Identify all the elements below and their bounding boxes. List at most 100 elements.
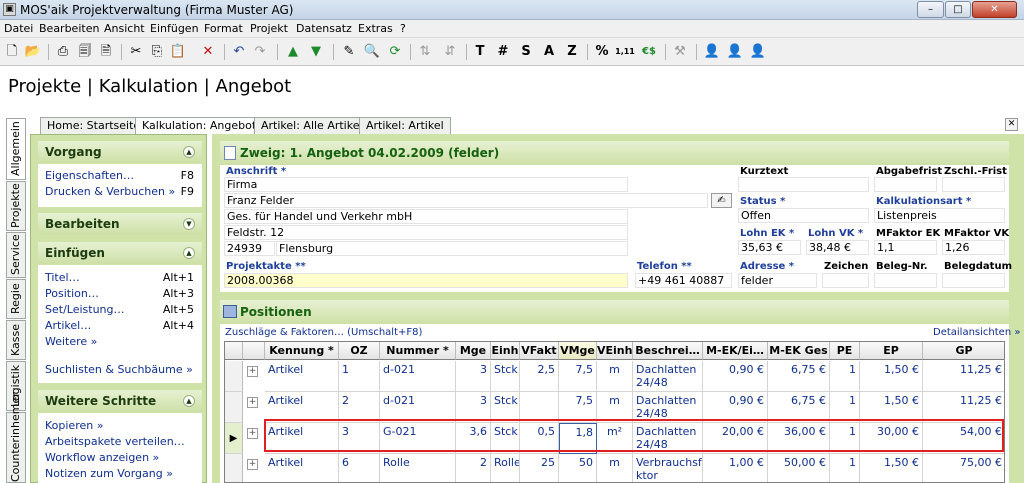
vtab-projekte[interactable]: Projekte <box>6 181 26 231</box>
cell-pe[interactable]: 1 <box>830 361 860 392</box>
kopieren-link[interactable]: Kopieren » <box>45 419 103 432</box>
bearbeiten-header[interactable]: Bearbeiten ▼ <box>38 213 202 235</box>
cell-kennung[interactable]: Artikel <box>265 361 339 392</box>
cell-vfakt[interactable]: 2,5 <box>520 361 559 392</box>
format-hash-button[interactable]: # <box>493 42 513 62</box>
expand-plus-icon[interactable]: + <box>247 397 258 408</box>
drucken-link[interactable]: Drucken & Verbuchen » <box>45 185 175 198</box>
print-icon[interactable]: ⎙ <box>53 42 73 62</box>
expand-plus-icon[interactable]: + <box>247 428 258 439</box>
mfaktor-vk-field[interactable]: 1,26 <box>942 240 1005 255</box>
tab-kalkulation-angebot[interactable]: Kalkulation: Angebot <box>135 117 264 135</box>
lohn-ek-field[interactable]: 35,63 € <box>738 240 801 255</box>
arrow-down-icon[interactable]: ▼ <box>306 42 326 62</box>
menu-help[interactable]: ? <box>400 22 406 35</box>
arrow-up-icon[interactable]: ▲ <box>283 42 303 62</box>
tab-home[interactable]: Home: Startseite <box>40 117 148 134</box>
cell-einh[interactable]: Rolle <box>491 454 520 482</box>
refresh-icon[interactable]: ⟳ <box>385 42 405 62</box>
cell-vfakt[interactable]: 25 <box>520 454 559 482</box>
row-selector[interactable] <box>225 361 243 392</box>
currency-button[interactable]: €$ <box>639 42 659 62</box>
cell-kennung[interactable]: Artikel <box>265 454 339 482</box>
zeichen-field[interactable] <box>822 273 869 288</box>
search-icon[interactable]: 🔍 <box>362 42 382 62</box>
cell-vmge[interactable]: 7,5 <box>559 392 597 423</box>
column-header-vmge[interactable]: VMge <box>559 342 597 360</box>
cell-m-ek-einheit[interactable]: 0,90 € <box>703 361 768 392</box>
column-header-einh[interactable]: Einh <box>491 342 520 360</box>
vtab-service[interactable]: Service <box>6 232 26 278</box>
projektakte-field[interactable]: 2008.00368 <box>224 273 628 288</box>
signature-icon[interactable]: ✍ <box>711 193 732 208</box>
cell-m-ek-einheit[interactable]: 1,00 € <box>703 454 768 482</box>
user-blue-icon[interactable]: 👤 <box>702 42 722 62</box>
detailansichten-link[interactable]: Detailansichten » <box>933 327 1020 338</box>
cell-m-ek-ges[interactable]: 36,00 € <box>768 423 830 454</box>
page-setup-icon[interactable]: 🗎 <box>96 42 116 62</box>
cell-oz[interactable]: 3 <box>339 423 380 454</box>
cell-oz[interactable]: 6 <box>339 454 380 482</box>
tab-artikel-alle[interactable]: Artikel: Alle Artikel <box>254 117 370 134</box>
redo-icon[interactable]: ↷ <box>250 42 270 62</box>
cell-gp[interactable]: 75,00 € <box>923 454 1004 482</box>
sort-za-icon[interactable]: ⇵ <box>440 42 460 62</box>
cell-pe[interactable]: 1 <box>830 454 860 482</box>
kalkulationsart-field[interactable]: Listenpreis <box>874 208 1005 223</box>
anschrift-line-3[interactable]: Ges. für Handel und Verkehr mbH <box>224 209 628 224</box>
menu-datei[interactable]: Datei <box>4 22 33 35</box>
cell-gp[interactable]: 11,25 € <box>923 361 1004 392</box>
set-leistung-link[interactable]: Set/Leistung… <box>45 303 125 316</box>
vtab-counterinhemer[interactable]: Counterinhemer <box>6 392 26 483</box>
menu-datensatz[interactable]: Datensatz <box>296 22 352 35</box>
titel-link[interactable]: Titel… <box>45 271 80 284</box>
new-document-icon[interactable]: 🗋 <box>2 42 22 62</box>
minimize-button[interactable]: – <box>917 1 944 18</box>
cell-gp[interactable]: 11,25 € <box>923 392 1004 423</box>
menu-extras[interactable]: Extras <box>358 22 393 35</box>
menu-ansicht[interactable]: Ansicht <box>104 22 145 35</box>
vtab-kasse[interactable]: Kasse <box>6 320 26 360</box>
cell-pe[interactable]: 1 <box>830 423 860 454</box>
cell-veinh[interactable]: m <box>597 392 633 423</box>
close-tab-icon[interactable]: ✕ <box>1005 118 1018 131</box>
artikel-link[interactable]: Artikel… <box>45 319 91 332</box>
expand-plus-icon[interactable]: + <box>247 366 258 377</box>
eigenschaften-link[interactable]: Eigenschaften… <box>45 169 134 182</box>
collapse-chevron-icon[interactable]: ▲ <box>183 395 195 407</box>
cell-mge[interactable]: 2 <box>456 454 491 482</box>
cell-veinh[interactable]: m <box>597 454 633 482</box>
decimals-button[interactable]: 1,11 <box>615 42 635 62</box>
cell-mge[interactable]: 3 <box>456 392 491 423</box>
vtab-regie[interactable]: Regie <box>6 279 26 319</box>
position-link[interactable]: Position… <box>45 287 99 300</box>
undo-icon[interactable]: ↶ <box>229 42 249 62</box>
weitere-link[interactable]: Weitere » <box>45 335 97 348</box>
expand-plus-icon[interactable]: + <box>247 459 258 470</box>
column-header-beschreibung[interactable]: Beschrei… <box>633 342 703 360</box>
menu-einfuegen[interactable]: Einfügen <box>150 22 199 35</box>
cell-ep[interactable]: 1,50 € <box>860 392 923 423</box>
cell-einh[interactable]: Stck <box>491 423 520 454</box>
anschrift-line-1[interactable]: Firma <box>224 177 628 192</box>
cell-nummer[interactable]: d-021 <box>380 361 456 392</box>
column-header-ep[interactable]: EP <box>860 342 923 360</box>
print-preview-icon[interactable]: 🗐 <box>75 42 95 62</box>
cell-einh[interactable]: Stck <box>491 392 520 423</box>
cell-beschreibung[interactable]: Dachlatten 24/48 Getr… <box>633 423 703 454</box>
row-selector[interactable] <box>225 392 243 423</box>
cell-beschreibung[interactable]: Dachlatten 24/48 Getr… <box>633 392 703 423</box>
ort-field[interactable]: Flensburg <box>276 241 628 256</box>
sort-az-icon[interactable]: ⇅ <box>415 42 435 62</box>
belegdatum-field[interactable] <box>942 273 1005 288</box>
cell-pe[interactable]: 1 <box>830 392 860 423</box>
workflow-link[interactable]: Workflow anzeigen » <box>45 451 159 464</box>
status-field[interactable]: Offen <box>738 208 869 223</box>
weitere-schritte-header[interactable]: Weitere Schritte ▲ <box>38 390 202 412</box>
column-header-kennung[interactable]: Kennung * <box>265 342 339 360</box>
column-header-veinh[interactable]: VEinh <box>597 342 633 360</box>
menu-format[interactable]: Format <box>204 22 243 35</box>
open-folder-icon[interactable]: 📂 <box>23 42 43 62</box>
cell-ep[interactable]: 30,00 € <box>860 423 923 454</box>
column-header-m-ek-ges[interactable]: M-EK Ges <box>768 342 830 360</box>
